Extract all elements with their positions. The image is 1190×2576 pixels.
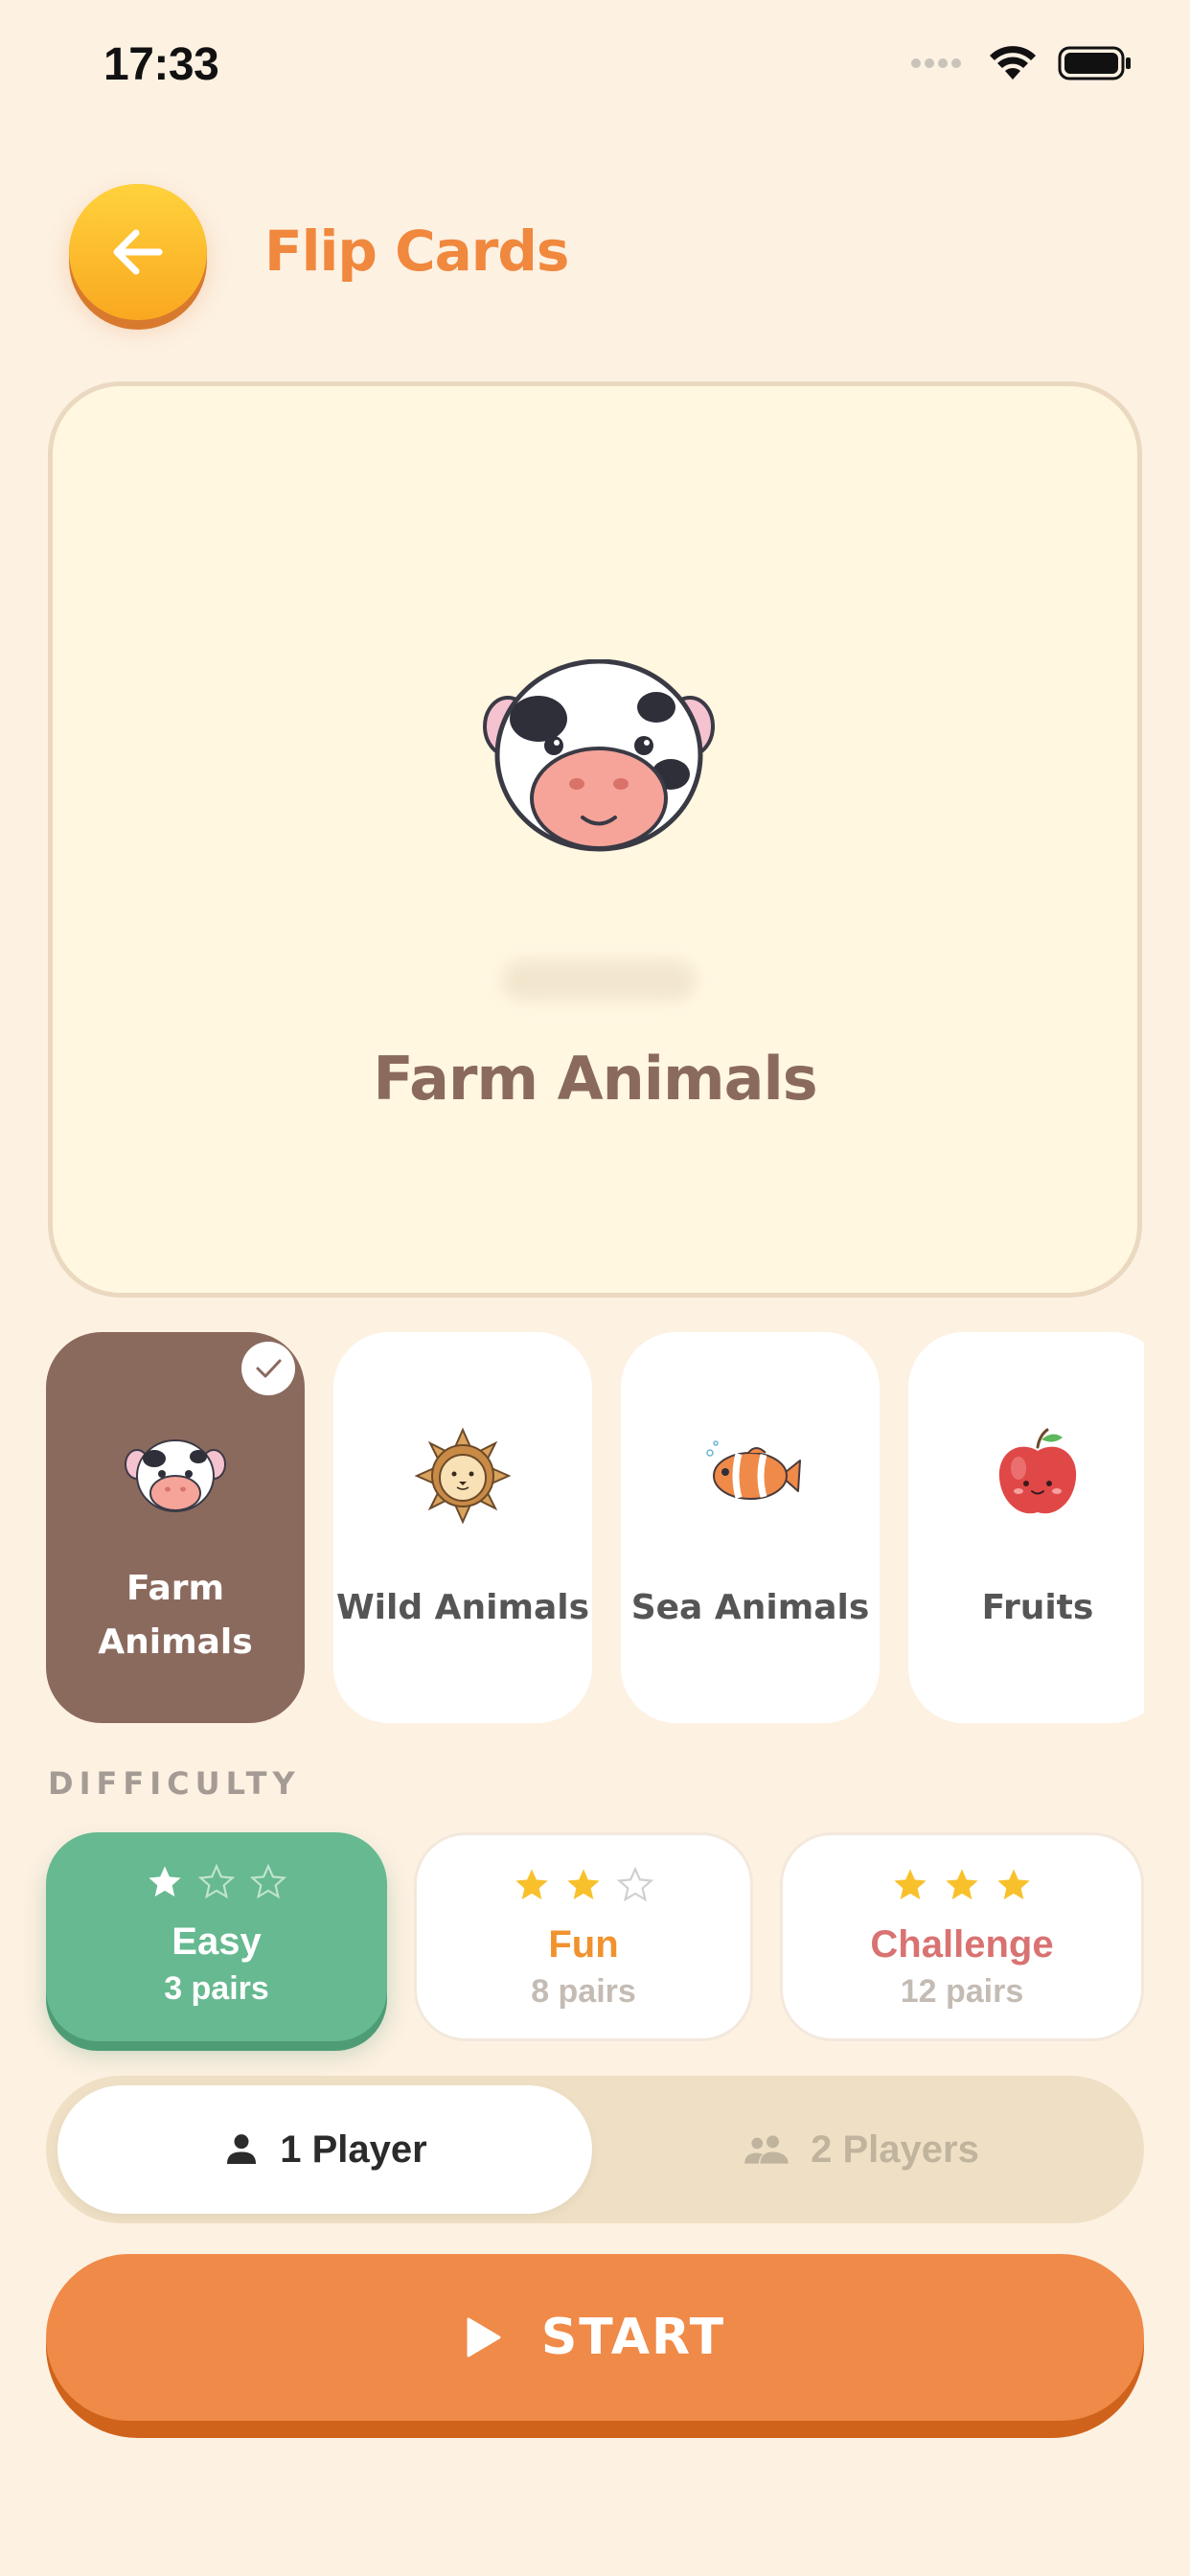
star-outline-icon bbox=[197, 1863, 236, 1899]
two-players-option[interactable]: 2 Players bbox=[592, 2085, 1129, 2214]
star-filled-icon bbox=[946, 1869, 978, 1899]
selected-check-badge bbox=[241, 1342, 295, 1395]
difficulty-name: Challenge bbox=[870, 1923, 1054, 1966]
category-label: Sea Animals bbox=[630, 1588, 870, 1627]
difficulty-name: Fun bbox=[548, 1923, 619, 1966]
category-label: Farm Animals bbox=[98, 1569, 253, 1662]
star-filled-icon bbox=[894, 1869, 927, 1899]
wifi-icon bbox=[990, 46, 1036, 80]
preview-shadow bbox=[503, 961, 695, 1000]
start-label: START bbox=[540, 2309, 726, 2366]
star-filled-icon bbox=[567, 1869, 600, 1899]
apple-icon bbox=[998, 1428, 1077, 1514]
start-button[interactable]: START bbox=[46, 2254, 1144, 2438]
difficulty-section-label: DIFFICULTY bbox=[48, 1765, 301, 1802]
status-time: 17:33 bbox=[103, 39, 219, 90]
category-farm-animals[interactable]: Farm Animals bbox=[46, 1332, 305, 1723]
difficulty-stars bbox=[783, 1866, 1141, 1904]
category-preview-card: Farm Animals bbox=[48, 381, 1142, 1298]
difficulty-stars bbox=[46, 1863, 387, 1901]
cow-face-icon bbox=[125, 1439, 226, 1512]
difficulty-challenge[interactable]: Challenge 12 pairs bbox=[780, 1832, 1144, 2041]
status-icons bbox=[910, 42, 1133, 84]
lion-face-icon bbox=[414, 1427, 512, 1525]
difficulty-easy[interactable]: Easy 3 pairs bbox=[46, 1832, 387, 2041]
category-sea-animals[interactable]: Sea Animals bbox=[621, 1332, 880, 1723]
back-button[interactable] bbox=[69, 184, 207, 330]
difficulty-fun[interactable]: Fun 8 pairs bbox=[414, 1832, 753, 2041]
signal-icon bbox=[911, 58, 961, 68]
star-filled-icon bbox=[515, 1869, 548, 1899]
star-filled-icon bbox=[997, 1869, 1030, 1899]
category-list: Farm Animals Wild Animals Sea Animals Fr… bbox=[46, 1332, 1144, 1725]
one-player-label: 1 Player bbox=[280, 2128, 427, 2171]
person-icon bbox=[227, 2134, 257, 2164]
people-icon bbox=[744, 2135, 789, 2164]
difficulty-pairs: 3 pairs bbox=[164, 1970, 269, 2007]
difficulty-name: Easy bbox=[172, 1920, 262, 1963]
difficulty-stars bbox=[417, 1866, 750, 1904]
play-icon bbox=[467, 2317, 501, 2358]
player-count-toggle: 1 Player 2 Players bbox=[46, 2076, 1144, 2223]
category-fruits[interactable]: Fruits bbox=[908, 1332, 1144, 1723]
difficulty-pairs: 12 pairs bbox=[900, 1973, 1024, 2010]
star-outline-icon bbox=[616, 1866, 654, 1902]
category-wild-animals[interactable]: Wild Animals bbox=[333, 1332, 592, 1723]
preview-title: Farm Animals bbox=[373, 1044, 817, 1114]
one-player-option[interactable]: 1 Player bbox=[57, 2085, 592, 2214]
category-label: Wild Animals bbox=[335, 1588, 590, 1627]
arrow-left-icon bbox=[113, 229, 163, 275]
status-bar: 17:33 bbox=[0, 0, 1190, 134]
page-title: Flip Cards bbox=[264, 218, 569, 284]
cow-face-icon bbox=[483, 659, 715, 852]
star-filled-icon bbox=[149, 1866, 181, 1897]
clownfish-icon bbox=[706, 1440, 801, 1500]
check-icon bbox=[256, 1359, 282, 1378]
category-label: Fruits bbox=[981, 1588, 1094, 1627]
difficulty-pairs: 8 pairs bbox=[531, 1973, 636, 2010]
battery-icon bbox=[1058, 46, 1131, 80]
two-players-label: 2 Players bbox=[811, 2128, 979, 2171]
star-outline-icon bbox=[249, 1863, 287, 1899]
